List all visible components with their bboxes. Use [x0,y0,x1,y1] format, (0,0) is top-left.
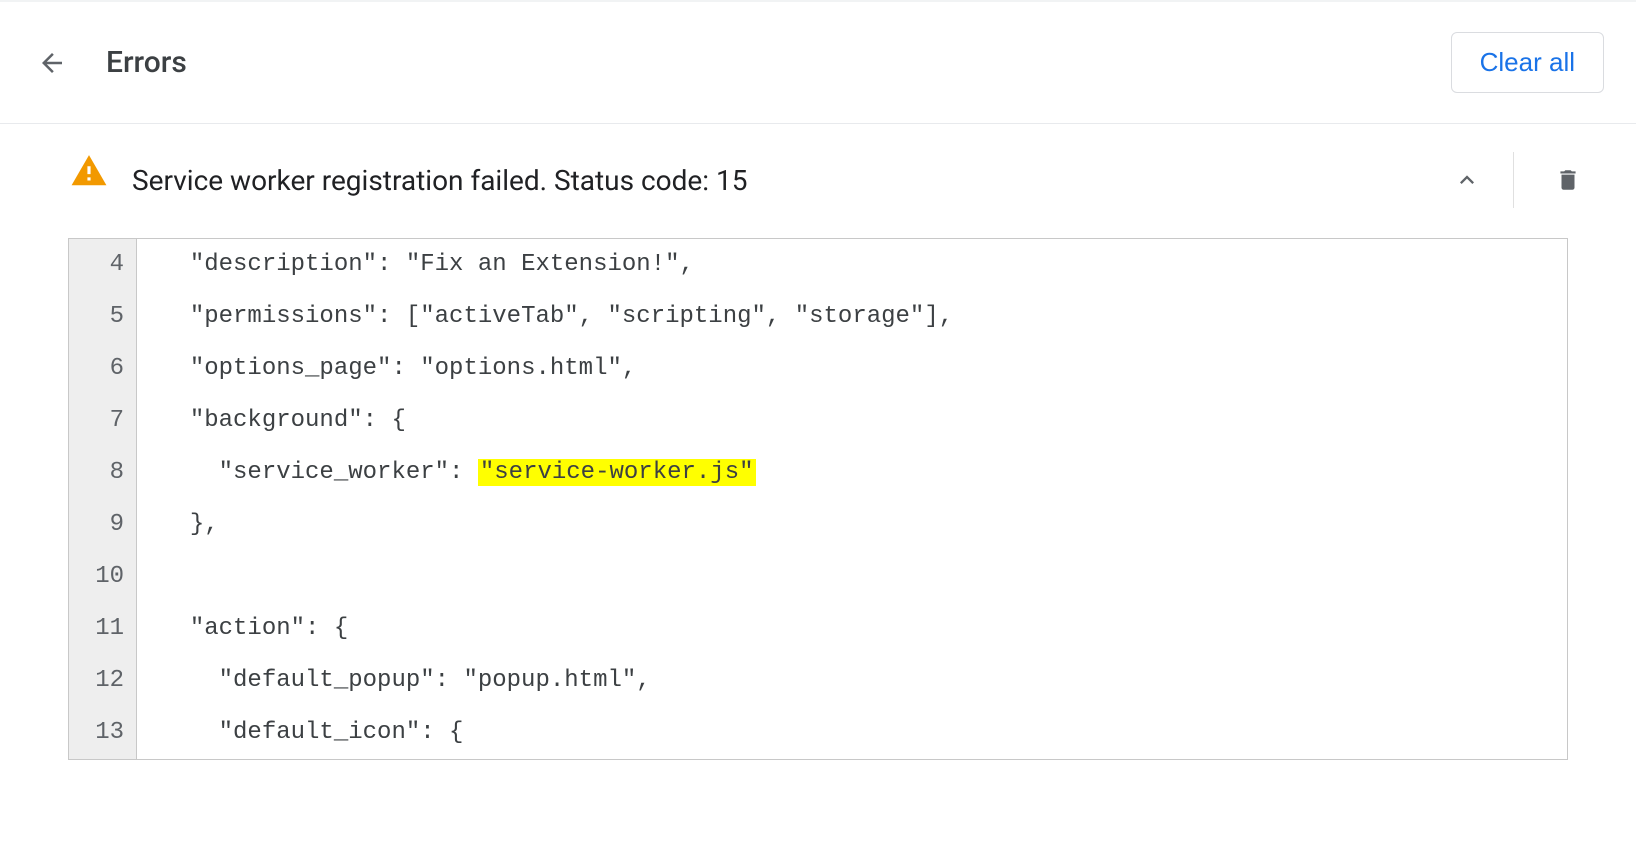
code-content: "options_page": "options.html", [137,343,1567,395]
error-header-row[interactable]: Service worker registration failed. Stat… [0,142,1636,226]
clear-all-button[interactable]: Clear all [1451,32,1604,93]
code-line: 5 "permissions": ["activeTab", "scriptin… [69,291,1567,343]
line-number: 6 [69,343,137,395]
code-content: "action": { [137,603,1567,655]
line-number: 9 [69,499,137,551]
page-header: Errors Clear all [0,0,1636,124]
code-content: "background": { [137,395,1567,447]
line-number: 12 [69,655,137,707]
code-snippet: 4 "description": "Fix an Extension!",5 "… [68,238,1568,760]
code-line: 8 "service_worker": "service-worker.js" [69,447,1567,499]
code-line: 12 "default_popup": "popup.html", [69,655,1567,707]
highlighted-token: "service-worker.js" [478,459,756,486]
line-number: 11 [69,603,137,655]
errors-page: Errors Clear all Service worker registra… [0,0,1636,760]
code-line: 4 "description": "Fix an Extension!", [69,239,1567,291]
back-button[interactable] [28,39,76,87]
code-line: 7 "background": { [69,395,1567,447]
line-number: 7 [69,395,137,447]
code-content [137,551,1567,603]
warning-icon [70,152,108,194]
delete-error-button[interactable] [1544,156,1592,204]
code-content: "default_icon": { [137,707,1567,759]
line-number: 5 [69,291,137,343]
error-item: Service worker registration failed. Stat… [0,124,1636,760]
code-line: 11 "action": { [69,603,1567,655]
collapse-button[interactable] [1443,156,1491,204]
vertical-divider [1513,152,1514,208]
page-title: Errors [106,45,1451,80]
trash-icon [1555,165,1581,195]
code-content: "service_worker": "service-worker.js" [137,447,1567,499]
chevron-up-icon [1453,166,1481,194]
code-content: "permissions": ["activeTab", "scripting"… [137,291,1567,343]
code-content: }, [137,499,1567,551]
line-number: 8 [69,447,137,499]
line-number: 4 [69,239,137,291]
line-number: 13 [69,707,137,759]
code-line: 9 }, [69,499,1567,551]
code-content: "description": "Fix an Extension!", [137,239,1567,291]
arrow-left-icon [37,48,67,78]
code-line: 13 "default_icon": { [69,707,1567,759]
line-number: 10 [69,551,137,603]
error-message: Service worker registration failed. Stat… [132,164,1443,197]
code-line: 10 [69,551,1567,603]
code-content: "default_popup": "popup.html", [137,655,1567,707]
code-line: 6 "options_page": "options.html", [69,343,1567,395]
